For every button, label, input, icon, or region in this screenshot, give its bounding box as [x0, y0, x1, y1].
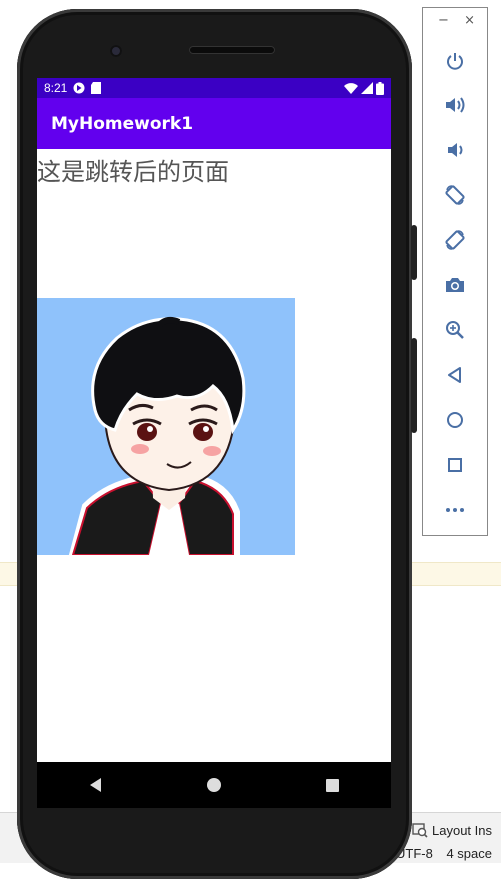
- nav-home-icon[interactable]: [207, 778, 222, 792]
- power-icon: [447, 53, 463, 70]
- volume-side-button[interactable]: [411, 338, 417, 433]
- more-dots-icon: [446, 508, 464, 512]
- emulator-toolbar: − ×: [422, 7, 488, 536]
- home-button[interactable]: [423, 405, 487, 435]
- power-button[interactable]: [423, 46, 487, 76]
- cell-signal-icon: [361, 82, 373, 94]
- rotate-left-button[interactable]: [423, 180, 487, 210]
- battery-icon: [376, 81, 384, 95]
- overview-button[interactable]: [423, 450, 487, 480]
- volume-up-icon: [446, 97, 465, 113]
- earpiece-speaker: [189, 46, 275, 54]
- close-button[interactable]: ×: [464, 13, 475, 28]
- front-camera: [110, 45, 122, 57]
- rotate-right-button[interactable]: [423, 225, 487, 255]
- layout-inspector-icon: [412, 823, 428, 838]
- overview-square-icon: [448, 458, 462, 472]
- app-title: MyHomework1: [51, 113, 194, 134]
- zoom-button[interactable]: [423, 315, 487, 345]
- layout-inspector-label: Layout Ins: [432, 822, 492, 838]
- play-protect-icon: [73, 82, 85, 94]
- power-side-button[interactable]: [411, 225, 417, 280]
- minimize-button[interactable]: −: [438, 13, 449, 28]
- volume-down-icon: [448, 143, 463, 157]
- more-button[interactable]: [423, 495, 487, 525]
- avatar-image: [37, 298, 295, 555]
- indent-indicator[interactable]: 4 space: [446, 846, 492, 861]
- page-heading: 这是跳转后的页面: [37, 158, 229, 186]
- layout-inspector-button[interactable]: Layout Ins: [412, 822, 492, 838]
- home-circle-icon: [447, 412, 463, 428]
- back-triangle-icon: [448, 367, 461, 383]
- rotate-left-icon: [445, 185, 465, 205]
- app-toolbar: MyHomework1: [37, 98, 391, 149]
- screenshot-button[interactable]: [423, 270, 487, 300]
- ide-status-bar: UTF-8 4 space: [396, 846, 501, 861]
- device-screen: 8:21 MyHomework1 这是跳转后的页面: [37, 78, 391, 762]
- rotate-right-icon: [445, 230, 465, 250]
- wifi-icon: [344, 83, 358, 94]
- status-time: 8:21: [44, 81, 68, 95]
- volume-up-button[interactable]: [423, 90, 487, 120]
- nav-back-icon[interactable]: [89, 778, 103, 792]
- volume-down-button[interactable]: [423, 135, 487, 165]
- back-button[interactable]: [423, 360, 487, 390]
- android-nav-bar: [37, 762, 391, 808]
- android-status-bar: 8:21: [37, 78, 391, 98]
- zoom-in-icon: [446, 321, 464, 339]
- sd-card-icon: [91, 82, 102, 94]
- emulator-window-controls: − ×: [423, 8, 487, 32]
- nav-recents-icon[interactable]: [325, 778, 339, 792]
- camera-icon: [446, 278, 464, 292]
